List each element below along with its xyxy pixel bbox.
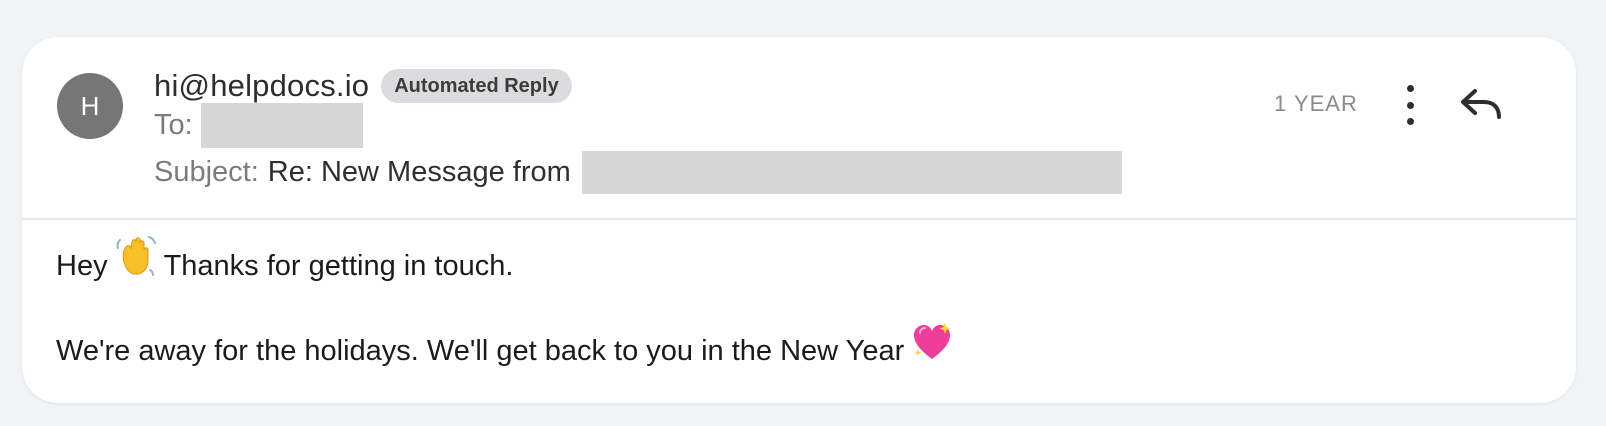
- email-card: H hi@helpdocs.io Automated Reply To: Sub…: [22, 37, 1576, 403]
- timestamp: 1 YEAR: [1274, 91, 1358, 116]
- redacted-recipient: [200, 103, 363, 148]
- sparkling-heart-emoji: [910, 319, 954, 380]
- more-dot: [1406, 118, 1414, 125]
- reply-icon[interactable]: [1459, 85, 1503, 125]
- sender-email[interactable]: hi@helpdocs.io: [154, 68, 369, 104]
- redacted-subject: [581, 151, 1122, 194]
- waving-hand-emoji: [114, 234, 158, 295]
- more-vertical-icon[interactable]: [1392, 85, 1428, 125]
- greeting-text: Hey: [56, 250, 108, 283]
- to-label: To:: [154, 109, 193, 141]
- avatar: H: [57, 73, 123, 139]
- subject-text: Re: New Message from: [267, 156, 571, 188]
- more-dot: [1406, 85, 1414, 92]
- body-line-2-text: We're away for the holidays. We'll get b…: [56, 335, 905, 368]
- to-line: To:: [154, 103, 363, 148]
- more-dot: [1406, 101, 1414, 109]
- email-body: Hey Thanks for getting in touch. We're a…: [56, 236, 1536, 374]
- avatar-initial: H: [80, 90, 100, 121]
- reply-icon-graphic: [1461, 89, 1501, 119]
- email-header: H hi@helpdocs.io Automated Reply To: Sub…: [22, 37, 1576, 220]
- body-line-1: Hey Thanks for getting in touch.: [56, 236, 1536, 289]
- automated-reply-badge: Automated Reply: [381, 69, 572, 103]
- subject-label: Subject:: [154, 156, 259, 188]
- subject-line: Subject: Re: New Message from: [154, 151, 1122, 194]
- body-line-1-text: Thanks for getting in touch.: [163, 250, 514, 283]
- body-line-2: We're away for the holidays. We'll get b…: [56, 322, 1536, 374]
